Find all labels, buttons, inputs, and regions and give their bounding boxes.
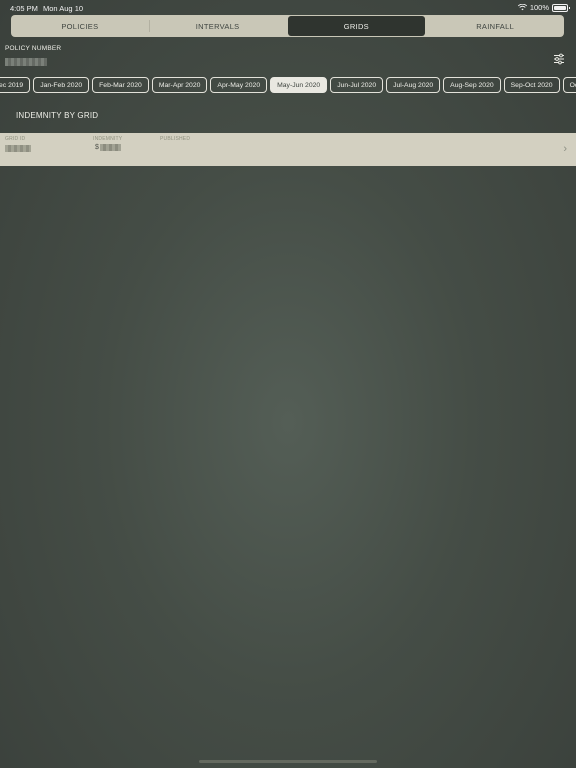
indemnity-header: INDEMNITY [93,136,123,142]
chevron-right-icon: › [563,143,567,155]
tab-intervals[interactable]: INTERVALS [148,15,287,37]
interval-chip[interactable]: Sep-Oct 2020 [503,77,560,93]
tab-policies[interactable]: POLICIES [11,15,149,37]
indemnity-amount-redacted [99,144,121,151]
interval-chip[interactable]: Oct-Nov [562,77,576,93]
published-header: PUBLISHED [160,136,191,142]
tab-grids[interactable]: GRIDS [287,16,426,36]
grid-id-header: GRID ID [5,136,26,142]
section-title: INDEMNITY BY GRID [16,111,99,120]
status-time: 4:05 PM [10,4,38,13]
interval-selector: ec 2019 Jan-Feb 2020 Feb-Mar 2020 Mar-Apr 2… [0,77,576,93]
interval-chip[interactable]: Jul-Aug 2020 [386,77,441,93]
interval-chip[interactable]: Jan-Feb 2020 [33,77,90,93]
grid-row[interactable]: GRID ID INDEMNITY PUBLISHED $ › [0,133,576,166]
indemnity-value: $ [95,144,121,151]
policy-number-value-redacted [5,58,47,66]
status-bar: 4:05 PM Mon Aug 10 100% [0,0,576,14]
currency-symbol: $ [95,144,99,151]
wifi-icon [517,4,527,11]
home-indicator[interactable] [199,760,377,763]
tab-label: GRIDS [343,21,369,31]
interval-chip[interactable]: Jun-Jul 2020 [330,77,384,93]
interval-chip[interactable]: Aug-Sep 2020 [443,77,501,93]
policy-number-label: POLICY NUMBER [5,45,62,52]
interval-chip[interactable]: Feb-Mar 2020 [92,77,149,93]
tab-label: RAINFALL [476,21,515,31]
battery-percent: 100% [529,3,549,12]
filter-settings-icon[interactable] [552,52,566,66]
interval-chip[interactable]: May-Jun 2020 [270,77,328,93]
tab-rainfall[interactable]: RAINFALL [426,15,564,37]
interval-chip[interactable]: Apr-May 2020 [210,77,268,93]
status-date: Mon Aug 10 [43,4,84,13]
interval-chip[interactable]: ec 2019 [0,77,31,93]
battery-icon [552,3,570,12]
tab-label: INTERVALS [195,21,240,31]
interval-chip-track: ec 2019 Jan-Feb 2020 Feb-Mar 2020 Mar-Apr 2… [0,77,576,93]
grid-id-value-redacted [5,145,31,152]
tab-label: POLICIES [61,21,99,31]
interval-chip[interactable]: Mar-Apr 2020 [151,77,208,93]
section-tabs: POLICIES INTERVALS GRIDS RAINFALL [11,15,564,37]
status-right: 100% [517,3,570,12]
